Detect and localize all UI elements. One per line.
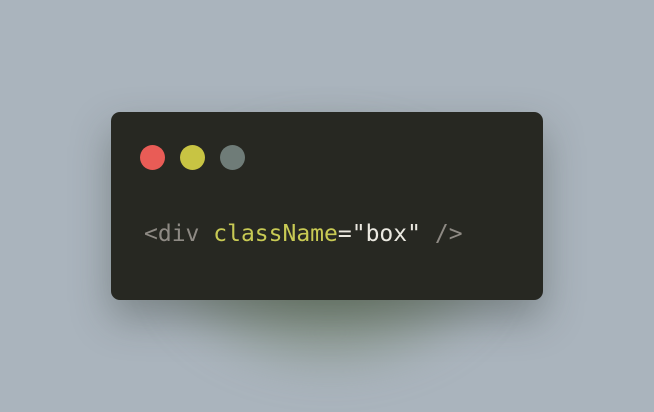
code-line: <div className="box" />	[144, 219, 463, 249]
equals-token: =	[337, 221, 352, 247]
tag-open-token: <div	[144, 221, 200, 247]
maximize-dot-icon[interactable]	[220, 145, 245, 170]
close-dot-icon[interactable]	[140, 145, 165, 170]
attr-name-token: className	[213, 221, 338, 247]
code-window: <div className="box" />	[111, 112, 543, 300]
minimize-dot-icon[interactable]	[180, 145, 205, 170]
tag-close-token: />	[434, 221, 463, 247]
attr-value-token: "box"	[351, 221, 421, 247]
